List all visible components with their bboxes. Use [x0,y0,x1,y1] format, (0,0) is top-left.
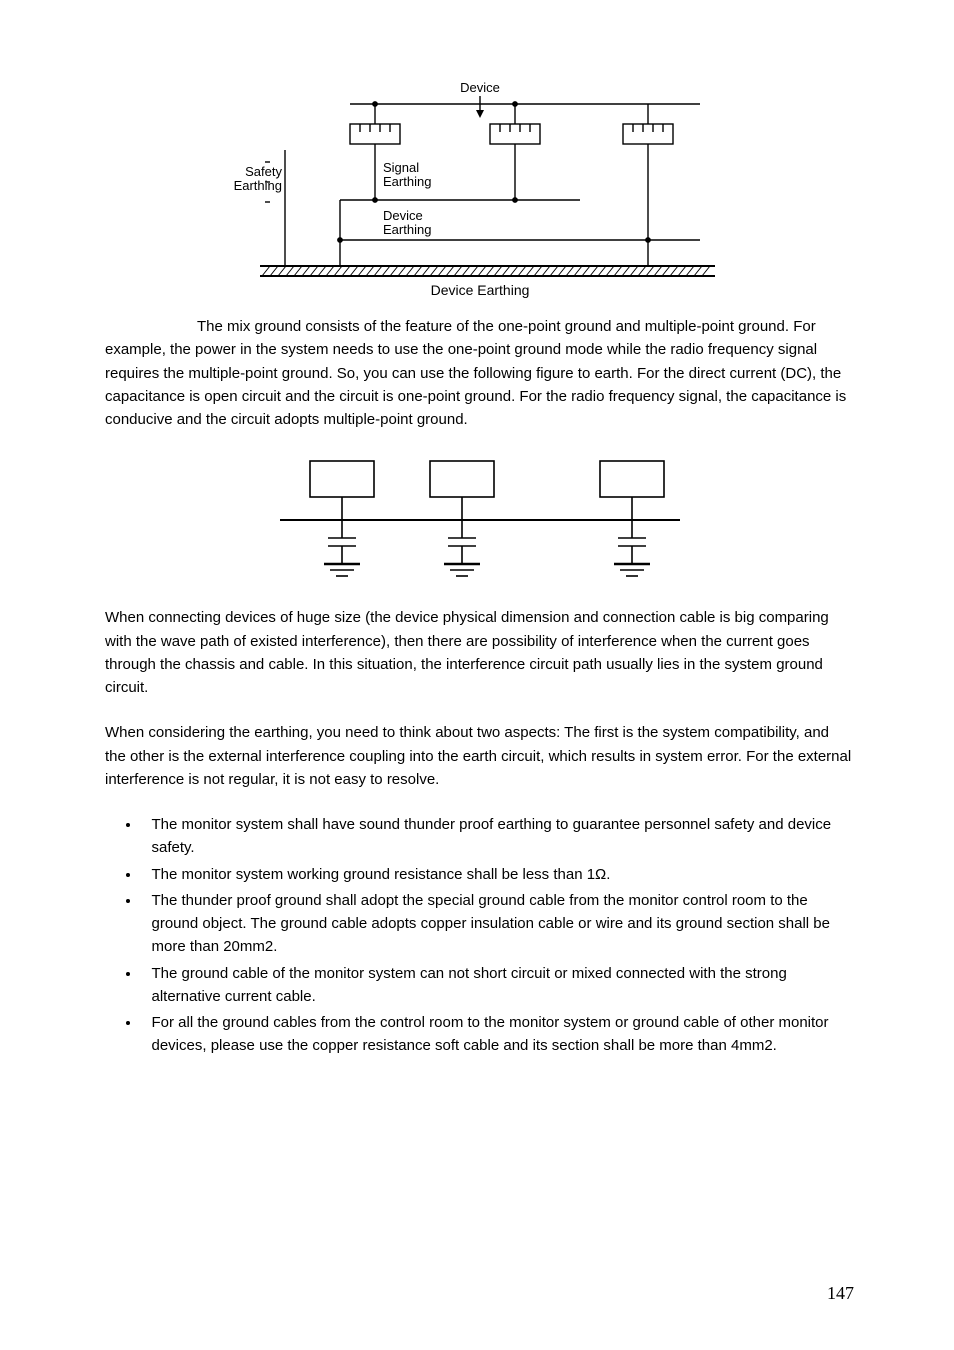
label-device: Device [460,80,500,95]
paragraph-2: When connecting devices of huge size (th… [105,606,854,699]
list-item: The ground cable of the monitor system c… [141,962,854,1009]
figure1-caption: Device Earthing [430,282,529,298]
paragraph-1: The mix ground consists of the feature o… [105,315,854,431]
list-item: The monitor system working ground resist… [141,863,854,886]
svg-text:SignalEarthing: SignalEarthing [383,160,431,189]
list-item: The thunder proof ground shall adopt the… [141,889,854,959]
paragraph-3: When considering the earthing, you need … [105,721,854,791]
figure-device-earthing: Device [220,80,740,305]
figure-mix-ground [270,456,690,581]
bullet-list: The monitor system shall have sound thun… [105,813,854,1058]
svg-text:DeviceEarthing: DeviceEarthing [383,208,431,237]
svg-text:SafetyEarthing: SafetyEarthing [233,164,282,193]
page-number: 147 [827,1280,854,1308]
page: Device [0,0,954,1350]
list-item: The monitor system shall have sound thun… [141,813,854,860]
list-item: For all the ground cables from the contr… [141,1011,854,1058]
